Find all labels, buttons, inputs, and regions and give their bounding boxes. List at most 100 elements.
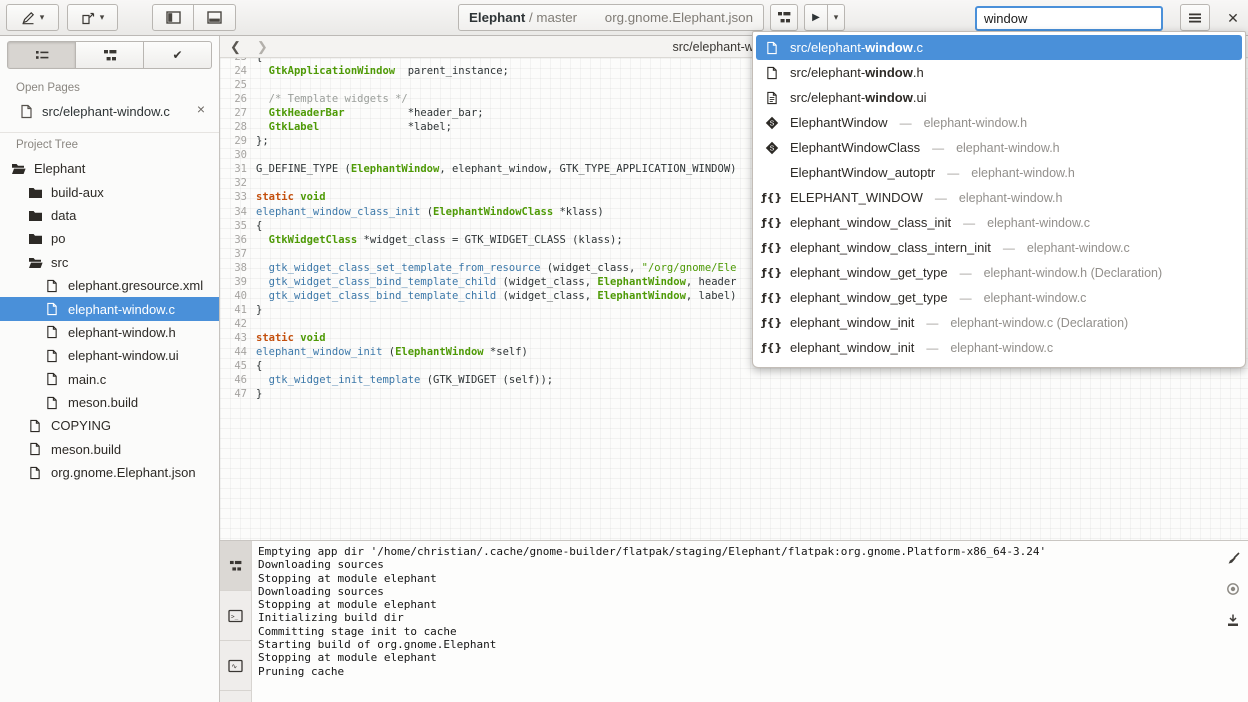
search-result[interactable]: src/elephant-window.ui [756, 85, 1242, 110]
toggle-left-panel-button[interactable] [152, 4, 194, 31]
file-icon [27, 419, 43, 433]
build-tree-icon [777, 11, 791, 24]
tree-item[interactable]: elephant-window.h [0, 321, 219, 344]
line-number: 32 [220, 176, 256, 190]
tree-item[interactable]: org.gnome.Elephant.json [0, 461, 219, 484]
result-title: elephant_window_init [790, 315, 914, 330]
tree-item-label: src [51, 255, 68, 270]
result-separator: — [1003, 241, 1015, 255]
nav-back-icon[interactable]: ❮ [230, 39, 241, 55]
build-tree-icon [229, 560, 242, 572]
editor-mode-button[interactable]: ▾ [6, 4, 59, 31]
line-number: 26 [220, 92, 256, 106]
search-result[interactable]: ƒ{}elephant_window_class_init—elephant-w… [756, 210, 1242, 235]
code-text: /* Template widgets */ [256, 92, 408, 106]
play-icon: ▶ [812, 12, 820, 23]
file-icon [44, 396, 60, 410]
folder-open-icon [10, 162, 26, 175]
result-title: elephant_window_class_intern_init [790, 240, 991, 255]
result-location: elephant-window.c [987, 216, 1090, 230]
save-log-icon[interactable] [1224, 611, 1242, 629]
open-page-item[interactable]: src/elephant-window.c × [0, 98, 219, 124]
build-log[interactable]: Emptying app dir '/home/christian/.cache… [258, 545, 1198, 697]
tab-project-tree[interactable] [76, 41, 144, 69]
result-location: elephant-window.h [956, 141, 1060, 155]
line-number: 36 [220, 233, 256, 247]
result-location: elephant-window.c [1027, 241, 1130, 255]
result-title: elephant_window_init [790, 340, 914, 355]
tree-item[interactable]: elephant.gresource.xml [0, 274, 219, 297]
result-title: ELEPHANT_WINDOW [790, 190, 923, 205]
search-result[interactable]: ƒ{}elephant_window_get_type—elephant-win… [756, 285, 1242, 310]
result-separator: — [935, 191, 947, 205]
line-number: 34 [220, 205, 256, 219]
close-page-icon[interactable]: × [193, 101, 209, 117]
record-log-icon[interactable] [1224, 580, 1242, 598]
search-result[interactable]: ƒ{}ELEPHANT_WINDOW—elephant-window.h [756, 185, 1242, 210]
tab-todo[interactable]: ✔ [144, 41, 212, 69]
search-result[interactable]: ƒ{}elephant_window_class_intern_init—ele… [756, 235, 1242, 260]
tree-item-label: COPYING [51, 418, 111, 433]
log-line: Starting build of org.gnome.Elephant [258, 638, 1198, 651]
folder-icon [27, 209, 43, 222]
search-result[interactable]: ƒ{}elephant_window_get_type—elephant-win… [756, 260, 1242, 285]
line-number: 42 [220, 317, 256, 331]
search-result[interactable]: ƒ{}elephant_window_init—elephant-window.… [756, 310, 1242, 335]
code-text: GtkLabel *label; [256, 120, 452, 134]
tab-runtime-terminal[interactable]: ∿ [220, 641, 251, 691]
search-result[interactable]: SElephantWindow—elephant-window.h [756, 110, 1242, 135]
search-result[interactable]: src/elephant-window.h [756, 60, 1242, 85]
line-number: 28 [220, 120, 256, 134]
line-number: 37 [220, 247, 256, 261]
result-title: ElephantWindow [790, 115, 888, 130]
nav-forward-icon[interactable]: ❯ [257, 39, 268, 55]
search-result[interactable]: ƒ{}elephant_window_init—elephant-window.… [756, 335, 1242, 360]
tab-build-output[interactable] [220, 541, 251, 591]
terminal-icon: >_ [228, 609, 243, 623]
line-number: 46 [220, 373, 256, 387]
tree-item[interactable]: meson.build [0, 438, 219, 461]
toggle-bottom-panel-button[interactable] [194, 4, 236, 31]
tree-item[interactable]: Elephant [0, 157, 219, 180]
tree-item[interactable]: main.c [0, 368, 219, 391]
run-button[interactable]: ▶ [804, 4, 828, 31]
result-separator: — [932, 141, 944, 155]
folder-icon [27, 186, 43, 199]
tree-item[interactable]: po [0, 227, 219, 250]
export-button[interactable]: ▾ [67, 4, 118, 31]
result-title: src/elephant-window.ui [790, 90, 927, 105]
menu-button[interactable] [1180, 4, 1210, 31]
tree-item[interactable]: elephant-window.c [0, 297, 219, 320]
search-result[interactable]: ElephantWindow_autoptr—elephant-window.h [756, 160, 1242, 185]
line-number: 44 [220, 345, 256, 359]
tab-open-pages[interactable] [7, 41, 76, 69]
project-tree-label: Project Tree [0, 133, 219, 155]
file-icon [44, 302, 60, 316]
tree-item[interactable]: data [0, 204, 219, 227]
tree-item-label: build-aux [51, 185, 104, 200]
clear-log-icon[interactable] [1224, 549, 1242, 567]
struct-icon: S [764, 116, 780, 130]
global-search-input[interactable] [975, 6, 1163, 31]
line-number: 29 [220, 134, 256, 148]
code-text: } [256, 303, 262, 317]
open-page-title: src/elephant-window.c [42, 104, 170, 119]
build-button[interactable] [770, 4, 798, 31]
tab-terminal[interactable]: >_ [220, 591, 251, 641]
tree-item[interactable]: build-aux [0, 180, 219, 203]
search-result[interactable]: src/elephant-window.c [756, 35, 1242, 60]
code-text: } [256, 387, 262, 401]
result-title: elephant_window_class_init [790, 215, 951, 230]
result-title: ElephantWindow_autoptr [790, 165, 935, 180]
tree-item[interactable]: src [0, 251, 219, 274]
tree-item[interactable]: meson.build [0, 391, 219, 414]
tree-item[interactable]: COPYING [0, 414, 219, 437]
omnibar-build-status[interactable]: Elephant / master org.gnome.Elephant.jso… [458, 4, 764, 31]
open-pages-label: Open Pages [0, 76, 219, 98]
run-options-button[interactable]: ▾ [828, 4, 845, 31]
tree-item[interactable]: elephant-window.ui [0, 344, 219, 367]
tree-item-label: po [51, 231, 65, 246]
log-line: Emptying app dir '/home/christian/.cache… [258, 545, 1198, 558]
search-result[interactable]: SElephantWindowClass—elephant-window.h [756, 135, 1242, 160]
tree-item-label: meson.build [68, 395, 138, 410]
